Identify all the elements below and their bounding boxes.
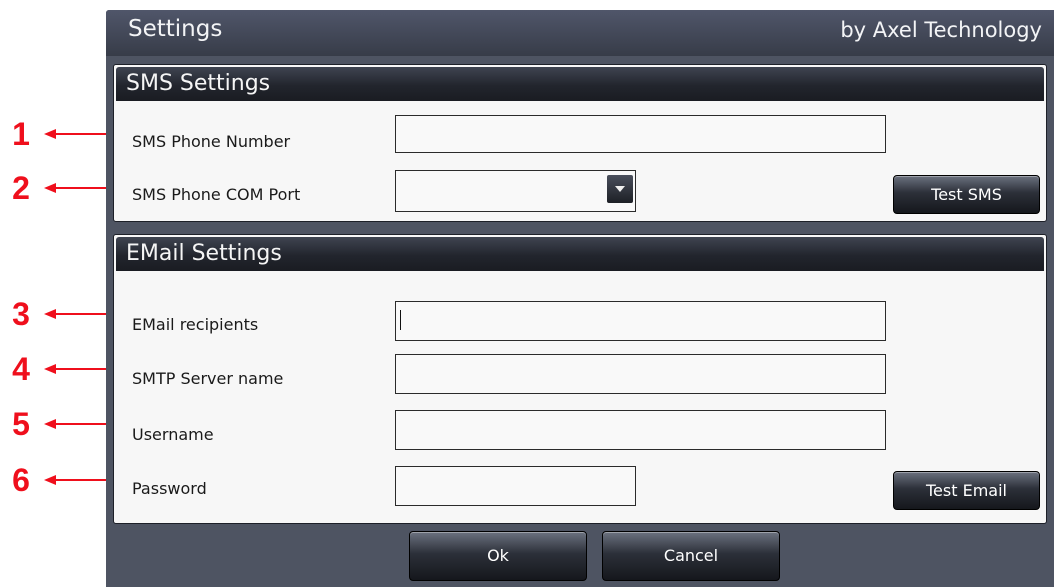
settings-window: Settings by Axel Technology SMS Settings… bbox=[106, 10, 1054, 587]
smtp-server-label: SMTP Server name bbox=[132, 369, 284, 388]
sms-settings-panel: SMS Settings SMS Phone Number SMS Phone … bbox=[113, 64, 1047, 222]
email-recipients-label: EMail recipients bbox=[132, 315, 259, 334]
annotation-number: 6 bbox=[12, 462, 30, 498]
cancel-button[interactable]: Cancel bbox=[602, 531, 780, 581]
email-settings-panel: EMail Settings EMail recipients SMTP Ser… bbox=[113, 234, 1047, 524]
cancel-label: Cancel bbox=[663, 546, 719, 565]
sms-com-port-label: SMS Phone COM Port bbox=[132, 185, 301, 204]
annotation-number: 3 bbox=[12, 296, 30, 332]
text-caret bbox=[400, 310, 401, 330]
window-title: Settings bbox=[128, 16, 223, 42]
email-settings-header: EMail Settings bbox=[116, 237, 1044, 271]
ok-label: Ok bbox=[487, 546, 509, 565]
sms-phone-number-label: SMS Phone Number bbox=[132, 132, 291, 151]
annotation-number: 4 bbox=[12, 351, 30, 387]
annotation-2: 2 bbox=[0, 168, 132, 208]
chevron-down-icon[interactable] bbox=[607, 175, 633, 203]
vendor-label: by Axel Technology bbox=[840, 18, 1042, 42]
annotation-6: 6 bbox=[0, 460, 132, 500]
title-bar[interactable]: Settings by Axel Technology bbox=[106, 10, 1054, 56]
username-label: Username bbox=[132, 425, 214, 444]
test-sms-label: Test SMS bbox=[931, 185, 1002, 204]
password-label: Password bbox=[132, 479, 207, 498]
test-sms-button[interactable]: Test SMS bbox=[893, 175, 1040, 214]
password-input[interactable] bbox=[395, 466, 636, 506]
email-settings-title: EMail Settings bbox=[126, 241, 282, 266]
sms-settings-header: SMS Settings bbox=[116, 67, 1044, 101]
annotation-1: 1 bbox=[0, 114, 132, 154]
ok-button[interactable]: Ok bbox=[409, 531, 587, 581]
annotation-4: 4 bbox=[0, 349, 132, 389]
annotation-3: 3 bbox=[0, 294, 132, 334]
test-email-button[interactable]: Test Email bbox=[893, 471, 1040, 510]
test-email-label: Test Email bbox=[926, 481, 1007, 500]
annotation-number: 2 bbox=[12, 170, 30, 206]
sms-settings-title: SMS Settings bbox=[126, 71, 271, 96]
annotation-number: 1 bbox=[12, 116, 30, 152]
sms-phone-number-input[interactable] bbox=[395, 115, 886, 153]
annotation-number: 5 bbox=[12, 406, 30, 442]
smtp-server-input[interactable] bbox=[395, 354, 886, 394]
email-recipients-input[interactable] bbox=[395, 301, 886, 341]
annotation-5: 5 bbox=[0, 404, 132, 444]
username-input[interactable] bbox=[395, 410, 886, 450]
sms-com-port-select[interactable] bbox=[395, 170, 636, 212]
